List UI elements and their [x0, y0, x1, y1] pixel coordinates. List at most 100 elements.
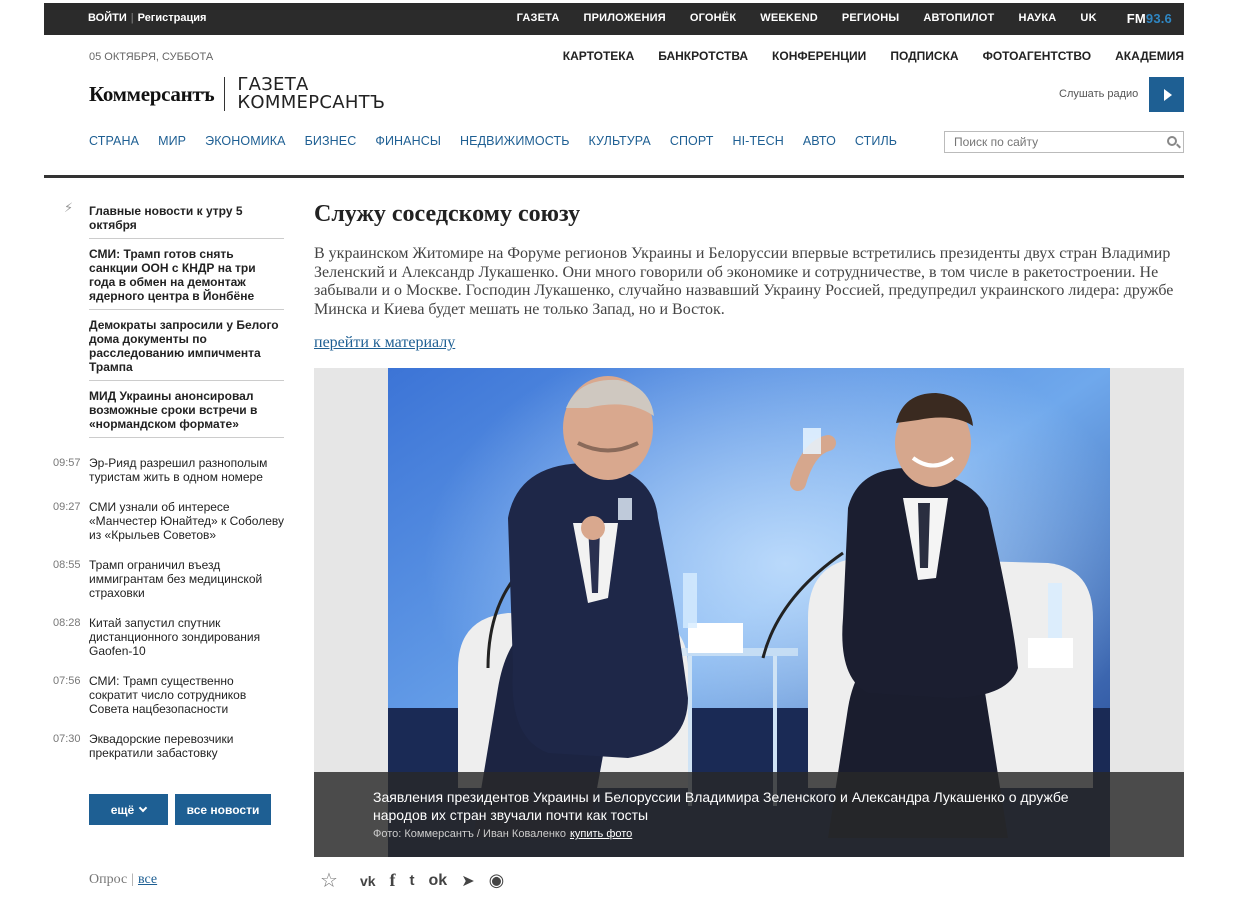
facebook-icon[interactable]: f: [390, 870, 396, 891]
current-date: 05 ОКТЯБРЯ, СУББОТА: [89, 51, 214, 63]
poll-all-link[interactable]: все: [138, 872, 157, 887]
main-nav-item[interactable]: СТИЛЬ: [855, 134, 897, 148]
timed-news-list: 09:57 Эр-Рияд разрешил разнополым туриста…: [44, 456, 284, 760]
more-button-label: ещё: [110, 802, 135, 817]
more-button[interactable]: ещё: [89, 794, 168, 825]
secondary-nav-item[interactable]: БАНКРОТСТВА: [658, 49, 748, 63]
caption-text: Заявления президентов Украины и Белорусс…: [373, 789, 1069, 823]
top-news-item[interactable]: СМИ: Трамп готов снять санкции ООН с КНД…: [89, 239, 284, 310]
article-lead: В украинском Житомире на Форуме регионов…: [314, 245, 1174, 318]
secondary-nav-item[interactable]: ФОТОАГЕНТСТВО: [983, 49, 1092, 63]
news-title[interactable]: Трамп ограничил въезд иммигрантам без ме…: [89, 558, 284, 600]
news-item[interactable]: 09:27 СМИ узнали об интересе «Манчестер Ю…: [44, 500, 284, 542]
news-item[interactable]: 09:57 Эр-Рияд разрешил разнополым туриста…: [44, 456, 284, 484]
news-title[interactable]: Эр-Рияд разрешил разнополым туристам жит…: [89, 456, 284, 484]
news-item[interactable]: 07:30 Эквадорские перевозчики прекратили …: [44, 732, 284, 760]
secondary-nav-item[interactable]: КОНФЕРЕНЦИИ: [772, 49, 866, 63]
odnoklassniki-icon[interactable]: ok: [429, 872, 448, 890]
top-bar: ВОЙТИ | Регистрация ГАЗЕТА ПРИЛОЖЕНИЯ ОГОН…: [44, 3, 1184, 35]
secondary-nav-item[interactable]: ПОДПИСКА: [890, 49, 958, 63]
fm-label: FM: [1126, 11, 1146, 26]
news-title[interactable]: СМИ узнали об интересе «Манчестер Юнайте…: [89, 500, 284, 542]
news-time: 08:55: [53, 559, 81, 571]
main-nav-item[interactable]: СТРАНА: [89, 134, 139, 148]
top-news-list: Главные новости к утру 5 октября СМИ: Тр…: [44, 196, 284, 438]
site-logo[interactable]: Коммерсантъ ГАЗЕТА КОММЕРСАНТЪ: [89, 76, 385, 112]
main-nav-item[interactable]: МИР: [158, 134, 186, 148]
news-title[interactable]: Китай запустил спутник дистанционного зо…: [89, 616, 284, 658]
site-search: [944, 131, 1184, 153]
secondary-nav-item[interactable]: КАРТОТЕКА: [563, 49, 635, 63]
news-item[interactable]: 08:55 Трамп ограничил въезд иммигрантам б…: [44, 558, 284, 600]
poll-label: Опрос: [89, 872, 128, 887]
main-nav-item[interactable]: НЕДВИЖИМОСТЬ: [460, 134, 569, 148]
main-nav-item[interactable]: HI-TECH: [732, 134, 783, 148]
search-input[interactable]: [945, 132, 1155, 152]
play-icon: [1163, 88, 1172, 101]
register-link[interactable]: Регистрация: [138, 12, 207, 24]
main-nav-item[interactable]: БИЗНЕС: [305, 134, 357, 148]
top-nav: ГАЗЕТА ПРИЛОЖЕНИЯ ОГОНЁК WEEKEND РЕГИОНЫ…: [493, 11, 1172, 26]
main-nav-item[interactable]: ФИНАНСЫ: [375, 134, 441, 148]
main-nav-item[interactable]: КУЛЬТУРА: [589, 134, 651, 148]
main-nav-item[interactable]: ЭКОНОМИКА: [205, 134, 286, 148]
all-news-button[interactable]: все новости: [175, 794, 271, 825]
logo-brand: Коммерсантъ: [89, 81, 215, 106]
logo-paper-name: ГАЗЕТА КОММЕРСАНТЪ: [237, 76, 385, 112]
header-divider: [44, 175, 1184, 178]
news-time: 07:30: [53, 733, 81, 745]
chevron-down-icon: [138, 803, 148, 813]
news-item[interactable]: 07:56 СМИ: Трамп существенно сократит чис…: [44, 674, 284, 716]
twitter-icon[interactable]: t: [410, 872, 415, 889]
top-nav-item[interactable]: РЕГИОНЫ: [842, 12, 900, 26]
lightning-icon: ⚡: [64, 200, 74, 215]
credit-text: Фото: Коммерсантъ / Иван Коваленко: [373, 828, 566, 840]
share-bar: ☆ vk f t ok ➤ ◉: [320, 868, 518, 893]
auth-links: ВОЙТИ | Регистрация: [88, 12, 206, 24]
photo-credit: Фото: Коммерсантъ / Иван Коваленко купить…: [373, 828, 1184, 840]
vk-icon[interactable]: vk: [360, 873, 376, 889]
top-nav-item[interactable]: ГАЗЕТА: [517, 12, 560, 26]
photo-caption: Заявления президентов Украины и Белорусс…: [314, 772, 1184, 857]
top-nav-item[interactable]: WEEKEND: [760, 12, 818, 26]
top-news-item[interactable]: Демократы запросили у Белого дома докуме…: [89, 310, 284, 381]
main-nav-item[interactable]: АВТО: [803, 134, 836, 148]
whatsapp-icon[interactable]: ◉: [489, 870, 505, 891]
buy-photo-link[interactable]: купить фото: [570, 828, 632, 840]
telegram-icon[interactable]: ➤: [461, 871, 474, 891]
top-news-item[interactable]: Главные новости к утру 5 октября: [89, 196, 284, 239]
news-time: 07:56: [53, 675, 81, 687]
news-time: 09:57: [53, 457, 81, 469]
news-title[interactable]: Эквадорские перевозчики прекратили забас…: [89, 732, 284, 760]
secondary-nav-item[interactable]: АКАДЕМИЯ: [1115, 49, 1184, 63]
top-nav-item[interactable]: ПРИЛОЖЕНИЯ: [583, 12, 665, 26]
top-news-item[interactable]: МИД Украины анонсировал возможные сроки …: [89, 381, 284, 438]
top-nav-item[interactable]: UK: [1080, 12, 1096, 26]
poll-separator: |: [131, 872, 134, 887]
secondary-nav: КАРТОТЕКА БАНКРОТСТВА КОНФЕРЕНЦИИ ПОДПИС…: [539, 49, 1184, 63]
logo-divider: [224, 77, 226, 111]
favorite-add-icon[interactable]: ☆: [320, 868, 338, 893]
news-item[interactable]: 08:28 Китай запустил спутник дистанционно…: [44, 616, 284, 658]
main-nav: СТРАНА МИР ЭКОНОМИКА БИЗНЕС ФИНАНСЫ НЕДВ…: [89, 134, 916, 148]
news-time: 08:28: [53, 617, 81, 629]
top-nav-item[interactable]: ОГОНЁК: [690, 12, 736, 26]
news-time: 09:27: [53, 501, 81, 513]
feed-buttons: ещё все новости: [89, 794, 271, 825]
read-article-link[interactable]: перейти к материалу: [314, 334, 455, 352]
poll-header: Опрос | все: [89, 872, 157, 888]
login-link[interactable]: ВОЙТИ: [88, 12, 127, 24]
radio-label: Слушать радио: [1059, 88, 1139, 100]
article-title[interactable]: Служу соседскому союзу: [314, 201, 580, 228]
news-feed: ⚡ Главные новости к утру 5 октября СМИ: …: [44, 196, 284, 887]
main-nav-item[interactable]: СПОРТ: [670, 134, 714, 148]
logo-paper-line2: КОММЕРСАНТЪ: [237, 92, 386, 113]
top-nav-item[interactable]: АВТОПИЛОТ: [923, 12, 994, 26]
auth-separator: |: [130, 12, 134, 24]
radio-play-button[interactable]: [1149, 77, 1184, 112]
top-nav-item[interactable]: НАУКА: [1018, 12, 1056, 26]
article-photo[interactable]: Заявления президентов Украины и Белорусс…: [314, 368, 1184, 857]
news-title[interactable]: СМИ: Трамп существенно сократит число со…: [89, 674, 284, 716]
fm-radio-link[interactable]: FM93.6: [1127, 11, 1172, 26]
search-icon[interactable]: [1167, 136, 1177, 146]
